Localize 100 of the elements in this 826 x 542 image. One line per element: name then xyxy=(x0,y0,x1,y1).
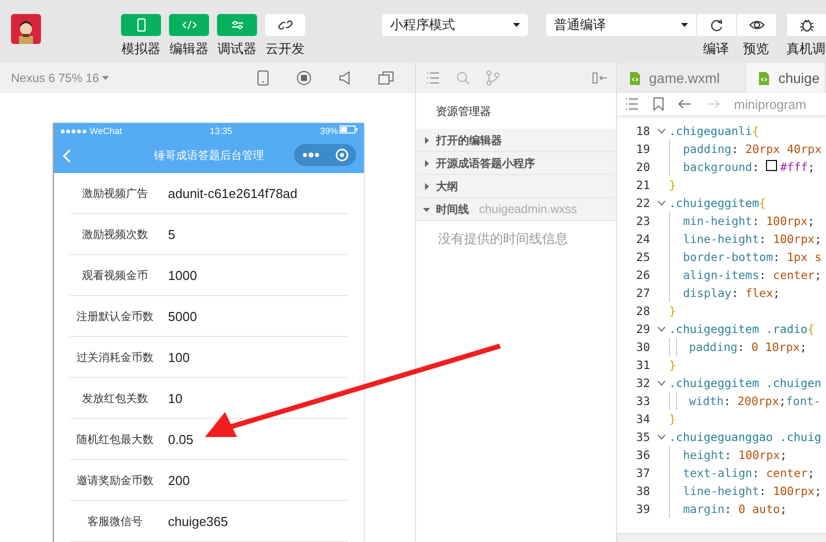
phone-icon[interactable] xyxy=(256,70,270,86)
chevron-icon[interactable] xyxy=(657,200,666,206)
setting-label: 激励视频次数 xyxy=(81,228,149,242)
line-number: 19 xyxy=(635,142,650,156)
setting-label: 发放红包关数 xyxy=(81,392,149,406)
mode-label: 编辑器 xyxy=(170,40,208,58)
file-icon xyxy=(629,70,641,86)
setting-value: 0.05 xyxy=(168,432,194,446)
code-line: } xyxy=(669,178,676,192)
line-number: 20 xyxy=(635,160,650,174)
refresh-icon xyxy=(708,18,724,32)
list-icon[interactable] xyxy=(625,98,639,110)
chevron-icon[interactable] xyxy=(657,326,666,332)
status-time: 13:35 xyxy=(210,126,232,136)
setting-value: 200 xyxy=(168,472,190,488)
stop-icon[interactable] xyxy=(296,70,312,86)
setting-label: 过关消耗金币数 xyxy=(76,350,154,364)
action-label: 编译 xyxy=(703,40,729,58)
line-number: 35 xyxy=(635,430,650,444)
code-line: .chuigeggitem .chuigen xyxy=(669,376,822,390)
setting-label: 激励视频广告 xyxy=(81,186,149,200)
code-line: height: 100rpx; xyxy=(683,448,787,462)
page-title: 锤哥成语答题后台管理 xyxy=(153,149,265,163)
line-number: 38 xyxy=(635,484,650,498)
setting-label: 客服微信号 xyxy=(86,514,144,528)
line-number: 37 xyxy=(635,466,650,480)
caret-icon xyxy=(513,23,520,27)
code-line: } xyxy=(669,304,676,318)
compile-select[interactable]: 普通编译 xyxy=(546,14,696,36)
line-number: 24 xyxy=(635,232,650,246)
line-number: 39 xyxy=(635,502,650,516)
capsule-button[interactable] xyxy=(294,144,356,166)
setting-value: 5 xyxy=(168,226,176,242)
action-label: 真机调 xyxy=(786,40,826,58)
explorer-section[interactable]: 时间线 chuigeadmin.wxss xyxy=(416,198,616,221)
explorer-section[interactable]: 大纲 xyxy=(416,175,616,198)
code-line: display: flex; xyxy=(683,286,780,300)
code-line: align-items: center; xyxy=(683,268,822,282)
code-line: .chuigeggitem{ xyxy=(669,196,766,210)
mode-label: 模拟器 xyxy=(122,40,160,58)
setting-value: 5000 xyxy=(168,308,197,324)
code-line: } xyxy=(669,358,676,372)
editor-tab[interactable]: game.wxml xyxy=(617,63,746,93)
code-line: padding: 0 10rpx; xyxy=(689,340,807,354)
close-icon xyxy=(334,148,348,162)
caret-icon xyxy=(681,23,688,27)
code-line: min-height: 100rpx; xyxy=(683,214,815,228)
collapse-icon[interactable] xyxy=(592,72,608,84)
chevron-icon[interactable] xyxy=(657,434,666,440)
file-icon xyxy=(758,70,770,86)
battery-text: 39% xyxy=(320,126,338,136)
line-number: 18 xyxy=(635,124,650,138)
panel-title: 资源管理器 xyxy=(435,104,492,120)
chevron-icon[interactable] xyxy=(657,128,666,134)
speaker-icon[interactable] xyxy=(338,70,352,86)
line-number: 30 xyxy=(635,340,650,354)
eye-icon xyxy=(748,18,764,32)
code-line: width: 200rpx;font- xyxy=(689,394,821,408)
mode-button[interactable] xyxy=(265,14,305,36)
line-number: 22 xyxy=(635,196,650,210)
code-line: .chigeguanli{ xyxy=(669,124,760,138)
explorer-section[interactable]: 打开的编辑器 xyxy=(416,129,616,152)
code-icon xyxy=(182,18,196,32)
setting-label: 注册默认金币数 xyxy=(76,310,154,324)
line-number: 33 xyxy=(635,394,650,408)
bookmark-icon[interactable] xyxy=(653,97,664,111)
setting-value: adunit-c61e2614f78ad xyxy=(168,186,298,200)
toolbar-button[interactable] xyxy=(736,14,776,36)
back-arrow-icon[interactable] xyxy=(678,99,692,109)
line-number: 28 xyxy=(635,304,650,318)
line-number: 36 xyxy=(635,448,650,462)
link-icon xyxy=(278,18,292,32)
carrier-text: ●●●●● WeChat xyxy=(60,126,122,136)
windows-icon[interactable] xyxy=(378,70,394,86)
code-line: background: #fff; xyxy=(683,160,815,174)
setting-label: 邀请奖励金币数 xyxy=(76,474,154,488)
explorer-section[interactable]: 开源成语答题小程序 xyxy=(416,152,616,175)
toolbar-button[interactable] xyxy=(696,14,736,36)
action-label: 预览 xyxy=(743,40,769,58)
bug-icon xyxy=(798,18,814,32)
line-number: 25 xyxy=(635,250,650,264)
line-number: 32 xyxy=(635,376,650,390)
code-line: padding: 20rpx 40rpx xyxy=(683,142,822,156)
line-number: 29 xyxy=(635,322,650,336)
battery-icon xyxy=(338,125,358,134)
code-line: .chuigeggitem .radio{ xyxy=(669,322,814,336)
code-line: .chuigeguanggao .chuig xyxy=(669,430,822,444)
setting-value: chuige365 xyxy=(168,514,228,528)
select-value: 小程序模式 xyxy=(390,16,455,34)
setting-value: 100 xyxy=(168,350,190,364)
editor-tab[interactable]: chuige xyxy=(746,63,826,93)
toolbar-button[interactable] xyxy=(786,14,826,36)
more-icon xyxy=(302,152,320,158)
code-line: border-bottom: 1px s xyxy=(683,250,822,264)
mode-select[interactable]: 小程序模式 xyxy=(382,14,528,36)
list-icon[interactable] xyxy=(426,72,440,84)
line-number: 21 xyxy=(635,178,650,192)
setting-label: 观看视频金币 xyxy=(81,268,149,282)
chevron-icon[interactable] xyxy=(657,380,666,386)
mode-label: 云开发 xyxy=(266,40,304,58)
